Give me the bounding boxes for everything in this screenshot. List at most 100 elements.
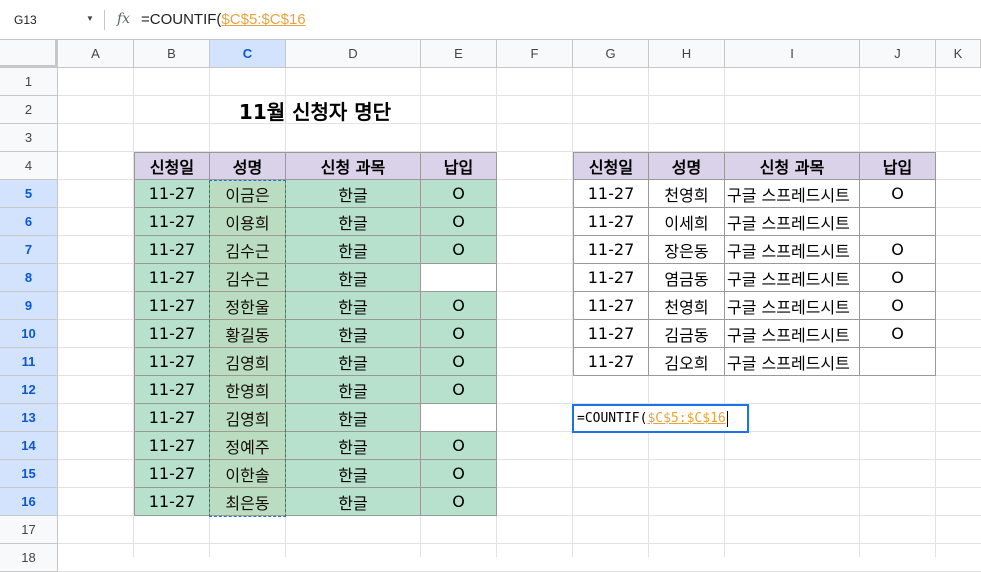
cell-course[interactable]: 구글 스프레드시트 bbox=[725, 236, 860, 264]
header-date[interactable]: 신청일 bbox=[134, 152, 210, 180]
row-header-7[interactable]: 7 bbox=[0, 236, 58, 264]
cell-date[interactable]: 11-27 bbox=[573, 320, 649, 348]
column-header-e[interactable]: E bbox=[421, 40, 497, 68]
cell-name[interactable]: 이금은 bbox=[210, 180, 286, 208]
header-name[interactable]: 성명 bbox=[649, 152, 725, 180]
sheet-title[interactable]: 11월 신청자 명단 bbox=[210, 96, 420, 124]
row-header-14[interactable]: 14 bbox=[0, 432, 58, 460]
column-header-a[interactable]: A bbox=[58, 40, 134, 68]
cell-paid[interactable]: O bbox=[421, 348, 497, 376]
cell-course[interactable]: 구글 스프레드시트 bbox=[725, 180, 860, 208]
cell-paid[interactable] bbox=[421, 264, 497, 292]
cell-name[interactable]: 정예주 bbox=[210, 432, 286, 460]
cell-name[interactable]: 김수근 bbox=[210, 236, 286, 264]
cell-course[interactable]: 한글 bbox=[286, 236, 421, 264]
cell-paid[interactable]: O bbox=[860, 180, 936, 208]
row-header-10[interactable]: 10 bbox=[0, 320, 58, 348]
cell-course[interactable]: 한글 bbox=[286, 460, 421, 488]
cell-date[interactable]: 11-27 bbox=[573, 264, 649, 292]
chevron-down-icon[interactable]: ▼ bbox=[86, 14, 94, 23]
cell-date[interactable]: 11-27 bbox=[573, 292, 649, 320]
cell-date[interactable]: 11-27 bbox=[134, 180, 210, 208]
cell-date[interactable]: 11-27 bbox=[134, 348, 210, 376]
cell-date[interactable]: 11-27 bbox=[573, 180, 649, 208]
column-header-c[interactable]: C bbox=[210, 40, 286, 68]
cell-course[interactable]: 구글 스프레드시트 bbox=[725, 292, 860, 320]
cell-name[interactable]: 천영희 bbox=[649, 180, 725, 208]
column-header-b[interactable]: B bbox=[134, 40, 210, 68]
cell-course[interactable]: 한글 bbox=[286, 348, 421, 376]
column-header-h[interactable]: H bbox=[649, 40, 725, 68]
formula-input[interactable]: =COUNTIF($C$5:$C$16 bbox=[141, 11, 306, 28]
cell-name[interactable]: 김영희 bbox=[210, 404, 286, 432]
cell-paid[interactable]: O bbox=[421, 320, 497, 348]
cell-paid[interactable]: O bbox=[421, 208, 497, 236]
cell-course[interactable]: 한글 bbox=[286, 180, 421, 208]
cell-date[interactable]: 11-27 bbox=[134, 320, 210, 348]
column-header-f[interactable]: F bbox=[497, 40, 573, 68]
cell-paid[interactable]: O bbox=[421, 292, 497, 320]
cell-name[interactable]: 김금동 bbox=[649, 320, 725, 348]
row-header-13[interactable]: 13 bbox=[0, 404, 58, 432]
row-header-5[interactable]: 5 bbox=[0, 180, 58, 208]
row-header-1[interactable]: 1 bbox=[0, 68, 58, 96]
cell-course[interactable]: 한글 bbox=[286, 432, 421, 460]
header-paid[interactable]: 납입 bbox=[860, 152, 936, 180]
cell-paid[interactable]: O bbox=[421, 488, 497, 516]
cell-course[interactable]: 한글 bbox=[286, 208, 421, 236]
cell-name[interactable]: 김영희 bbox=[210, 348, 286, 376]
row-header-6[interactable]: 6 bbox=[0, 208, 58, 236]
cell-name[interactable]: 김수근 bbox=[210, 264, 286, 292]
cell-name[interactable]: 한영희 bbox=[210, 376, 286, 404]
cell-course[interactable]: 구글 스프레드시트 bbox=[725, 264, 860, 292]
cell-name[interactable]: 이세희 bbox=[649, 208, 725, 236]
cell-course[interactable]: 한글 bbox=[286, 264, 421, 292]
cell-course[interactable]: 구글 스프레드시트 bbox=[725, 320, 860, 348]
cell-paid[interactable] bbox=[860, 348, 936, 376]
cell-paid[interactable] bbox=[421, 404, 497, 432]
cell-name[interactable]: 천영희 bbox=[649, 292, 725, 320]
cell-name[interactable]: 이용희 bbox=[210, 208, 286, 236]
cell-paid[interactable]: O bbox=[421, 180, 497, 208]
cell-date[interactable]: 11-27 bbox=[134, 460, 210, 488]
cell-date[interactable]: 11-27 bbox=[134, 376, 210, 404]
row-header-3[interactable]: 3 bbox=[0, 124, 58, 152]
cell-name[interactable]: 황길동 bbox=[210, 320, 286, 348]
cell-paid[interactable]: O bbox=[860, 292, 936, 320]
column-header-j[interactable]: J bbox=[860, 40, 936, 68]
column-header-d[interactable]: D bbox=[286, 40, 421, 68]
cell-date[interactable]: 11-27 bbox=[134, 264, 210, 292]
select-all-corner[interactable] bbox=[0, 40, 58, 68]
cell-name[interactable]: 정한울 bbox=[210, 292, 286, 320]
row-header-9[interactable]: 9 bbox=[0, 292, 58, 320]
row-header-11[interactable]: 11 bbox=[0, 348, 58, 376]
cell-paid[interactable]: O bbox=[421, 376, 497, 404]
cell-name[interactable]: 이한솔 bbox=[210, 460, 286, 488]
cell-date[interactable]: 11-27 bbox=[134, 208, 210, 236]
cell-name[interactable]: 염금동 bbox=[649, 264, 725, 292]
header-course[interactable]: 신청 과목 bbox=[725, 152, 860, 180]
cell-paid[interactable]: O bbox=[421, 236, 497, 264]
header-paid[interactable]: 납입 bbox=[421, 152, 497, 180]
cell-course[interactable]: 한글 bbox=[286, 376, 421, 404]
cell-date[interactable]: 11-27 bbox=[134, 404, 210, 432]
cell-date[interactable]: 11-27 bbox=[134, 488, 210, 516]
cell-course[interactable]: 한글 bbox=[286, 404, 421, 432]
cell-date[interactable]: 11-27 bbox=[573, 348, 649, 376]
cell-course[interactable]: 한글 bbox=[286, 292, 421, 320]
cell-paid[interactable]: O bbox=[860, 264, 936, 292]
column-header-k[interactable]: K bbox=[936, 40, 981, 68]
cell-date[interactable]: 11-27 bbox=[573, 236, 649, 264]
cell-course[interactable]: 구글 스프레드시트 bbox=[725, 208, 860, 236]
cell-name[interactable]: 김오희 bbox=[649, 348, 725, 376]
cell-date[interactable]: 11-27 bbox=[134, 432, 210, 460]
column-header-i[interactable]: I bbox=[725, 40, 860, 68]
row-header-17[interactable]: 17 bbox=[0, 516, 58, 544]
cell-course[interactable]: 구글 스프레드시트 bbox=[725, 348, 860, 376]
cell-paid[interactable]: O bbox=[421, 460, 497, 488]
cell-name[interactable]: 최은동 bbox=[210, 488, 286, 516]
row-header-2[interactable]: 2 bbox=[0, 96, 58, 124]
row-header-15[interactable]: 15 bbox=[0, 460, 58, 488]
cell-date[interactable]: 11-27 bbox=[134, 292, 210, 320]
header-course[interactable]: 신청 과목 bbox=[286, 152, 421, 180]
